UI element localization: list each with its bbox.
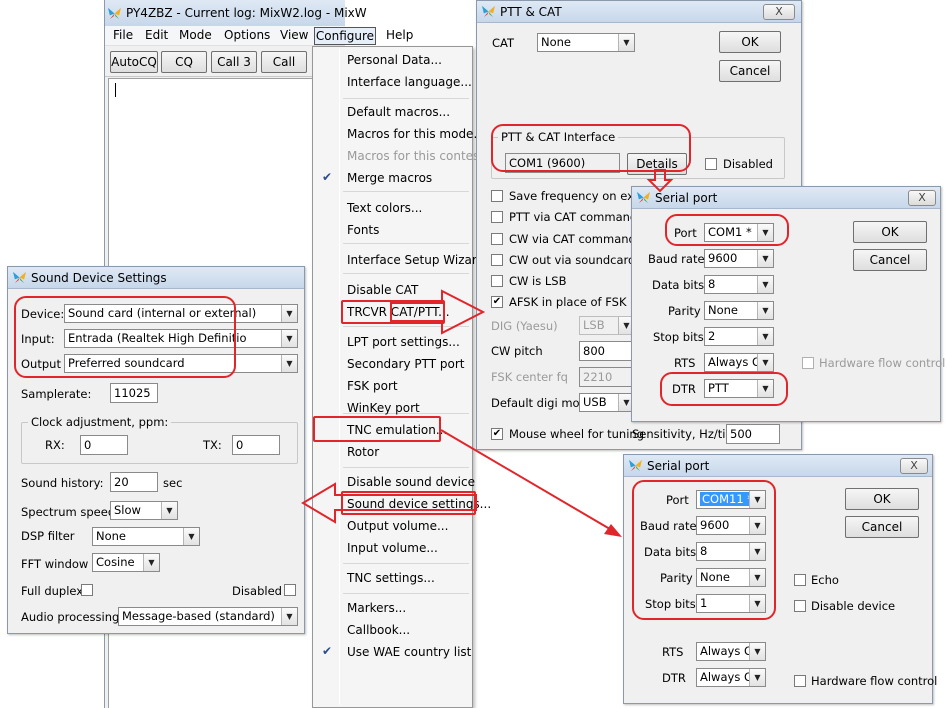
arrow-to-serial2-head-icon — [604, 524, 622, 537]
arrow-to-ptt-cat-icon — [390, 289, 486, 335]
arrow-to-sound-icon — [301, 482, 477, 524]
annotation-arrows — [301, 169, 674, 537]
arrow-to-serial2-line — [440, 429, 616, 533]
arrow-to-serial1-icon — [646, 169, 674, 193]
